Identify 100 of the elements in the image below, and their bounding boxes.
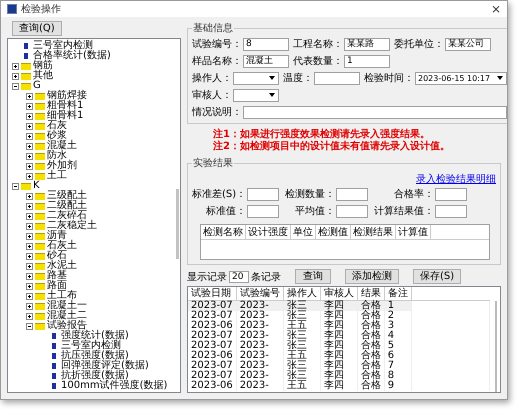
count-field[interactable]: 20: [229, 270, 249, 282]
expand-icon[interactable]: [26, 292, 33, 300]
input-field[interactable]: [247, 204, 280, 218]
column-header[interactable]: 单位: [291, 225, 316, 239]
expand-icon[interactable]: [26, 92, 33, 100]
input-field[interactable]: [336, 188, 368, 200]
column-header[interactable]: 检测结果: [351, 225, 396, 239]
dropdown-field[interactable]: [233, 88, 279, 102]
tree-item[interactable]: 其他: [33, 71, 53, 81]
tree-item[interactable]: 试验报告: [47, 321, 87, 331]
collapse-icon[interactable]: [12, 82, 19, 90]
toolbar-button[interactable]: 添加检测: [345, 269, 399, 284]
table-cell: 2023-: [236, 351, 284, 361]
table-cell: 合格: [358, 331, 385, 341]
caret-icon[interactable]: [497, 76, 503, 80]
input-field[interactable]: [243, 106, 507, 118]
table-cell: 李四: [320, 301, 358, 311]
tree-item[interactable]: 砂石: [47, 251, 67, 261]
tree-item[interactable]: 细骨料1: [47, 111, 84, 121]
close-button[interactable]: ×: [490, 2, 501, 16]
tree-item[interactable]: 三号室内检测: [33, 41, 93, 51]
tree-item[interactable]: 强度统计(数据): [61, 331, 129, 341]
input-field[interactable]: [435, 204, 468, 218]
expand-icon[interactable]: [26, 302, 33, 310]
column-header[interactable]: 检测名称: [201, 225, 246, 239]
toolbar-button[interactable]: 查询: [295, 269, 331, 284]
expand-icon[interactable]: [26, 112, 33, 120]
tree-item[interactable]: 路面: [47, 281, 67, 291]
tree-item[interactable]: G: [33, 81, 41, 91]
tree-item[interactable]: 混凝土一: [47, 301, 87, 311]
expand-icon[interactable]: [26, 132, 33, 140]
expand-icon[interactable]: [26, 262, 33, 270]
tree-item[interactable]: 钢筋焊接: [47, 91, 87, 101]
expand-icon[interactable]: [26, 102, 33, 110]
tree-item[interactable]: 石灰: [47, 121, 67, 131]
expand-icon[interactable]: [26, 122, 33, 130]
expand-icon[interactable]: [26, 172, 33, 180]
entry-link[interactable]: 录入检验结果明细: [416, 172, 496, 186]
expand-icon[interactable]: [26, 162, 33, 170]
expand-icon[interactable]: [26, 222, 33, 230]
expand-icon[interactable]: [26, 202, 33, 210]
tree-item[interactable]: 水泥土: [47, 261, 77, 271]
caret-icon[interactable]: [269, 76, 275, 80]
expand-icon[interactable]: [26, 142, 33, 150]
toolbar-button[interactable]: 保存(S): [413, 269, 462, 284]
field-label: 检测数量：: [285, 188, 336, 201]
expand-icon[interactable]: [26, 192, 33, 200]
column-header[interactable]: 检测值: [316, 225, 351, 239]
tree-item[interactable]: 路基: [47, 271, 67, 281]
expand-icon[interactable]: [26, 232, 33, 240]
tree-item[interactable]: 100mm试件强度(数据): [61, 381, 168, 391]
expand-icon[interactable]: [26, 242, 33, 250]
input-field[interactable]: [336, 204, 368, 218]
scrollbar[interactable]: [176, 189, 179, 259]
tree-item[interactable]: 混凝土二: [47, 311, 87, 321]
tree-item[interactable]: 抗折强度(数据): [61, 371, 129, 381]
tree-item[interactable]: 合格率统计(数据): [33, 51, 111, 61]
dropdown-field[interactable]: 2023-06-15 10:17: [415, 72, 507, 84]
tree-item[interactable]: 三号室内检测: [61, 341, 121, 351]
tree-item[interactable]: 沥青: [47, 231, 67, 241]
caret-icon[interactable]: [269, 93, 275, 97]
tree-item[interactable]: 钢筋: [33, 61, 53, 71]
input-field[interactable]: [247, 188, 280, 200]
query-button[interactable]: 查询(Q): [12, 21, 62, 36]
input-field[interactable]: 1: [344, 54, 390, 68]
input-field[interactable]: [314, 72, 360, 84]
expand-icon[interactable]: [26, 152, 33, 160]
tree-item[interactable]: 土工: [47, 171, 67, 181]
input-field[interactable]: 8: [243, 38, 289, 50]
tree-item[interactable]: 回弹强度评定(数据): [61, 361, 149, 371]
table-cell: 2023-: [236, 311, 284, 321]
collapse-icon[interactable]: [12, 182, 19, 190]
warning-note: 注1：如果进行强度效果检测请先录入强度结果。: [213, 129, 431, 140]
tree-item[interactable]: 砂浆: [47, 131, 67, 141]
expand-icon[interactable]: [12, 62, 19, 70]
expand-icon[interactable]: [12, 72, 19, 80]
table-cell: 2023-07: [188, 311, 237, 321]
expand-icon[interactable]: [26, 282, 33, 290]
tree-item[interactable]: 二级配土: [47, 201, 87, 211]
tree-item[interactable]: 三级配土: [47, 191, 87, 201]
expand-icon[interactable]: [26, 312, 33, 320]
tree-item[interactable]: 防水: [47, 151, 67, 161]
tree-item[interactable]: 土工布: [47, 291, 77, 301]
tree-item[interactable]: 混凝土: [47, 141, 77, 151]
tree-item[interactable]: K: [33, 181, 40, 191]
tree-item[interactable]: 石灰土: [47, 241, 77, 251]
tree-item[interactable]: 外加剂: [47, 161, 77, 171]
input-field[interactable]: [435, 188, 468, 200]
scrollbar[interactable]: [495, 301, 497, 392]
expand-icon[interactable]: [26, 252, 33, 260]
tree-item[interactable]: 抗压强度(数据): [61, 351, 129, 361]
tree-item[interactable]: 二灰碎石: [47, 211, 87, 221]
column-header[interactable]: 设计强度: [246, 225, 291, 239]
collapse-icon[interactable]: [26, 322, 33, 330]
tree-item[interactable]: 粗骨料1: [47, 101, 84, 111]
expand-icon[interactable]: [26, 212, 33, 220]
dropdown-field[interactable]: [233, 72, 279, 84]
tree-item[interactable]: 二灰稳定土: [47, 221, 97, 231]
column-header[interactable]: 计算值: [396, 225, 431, 239]
expand-icon[interactable]: [26, 272, 33, 280]
